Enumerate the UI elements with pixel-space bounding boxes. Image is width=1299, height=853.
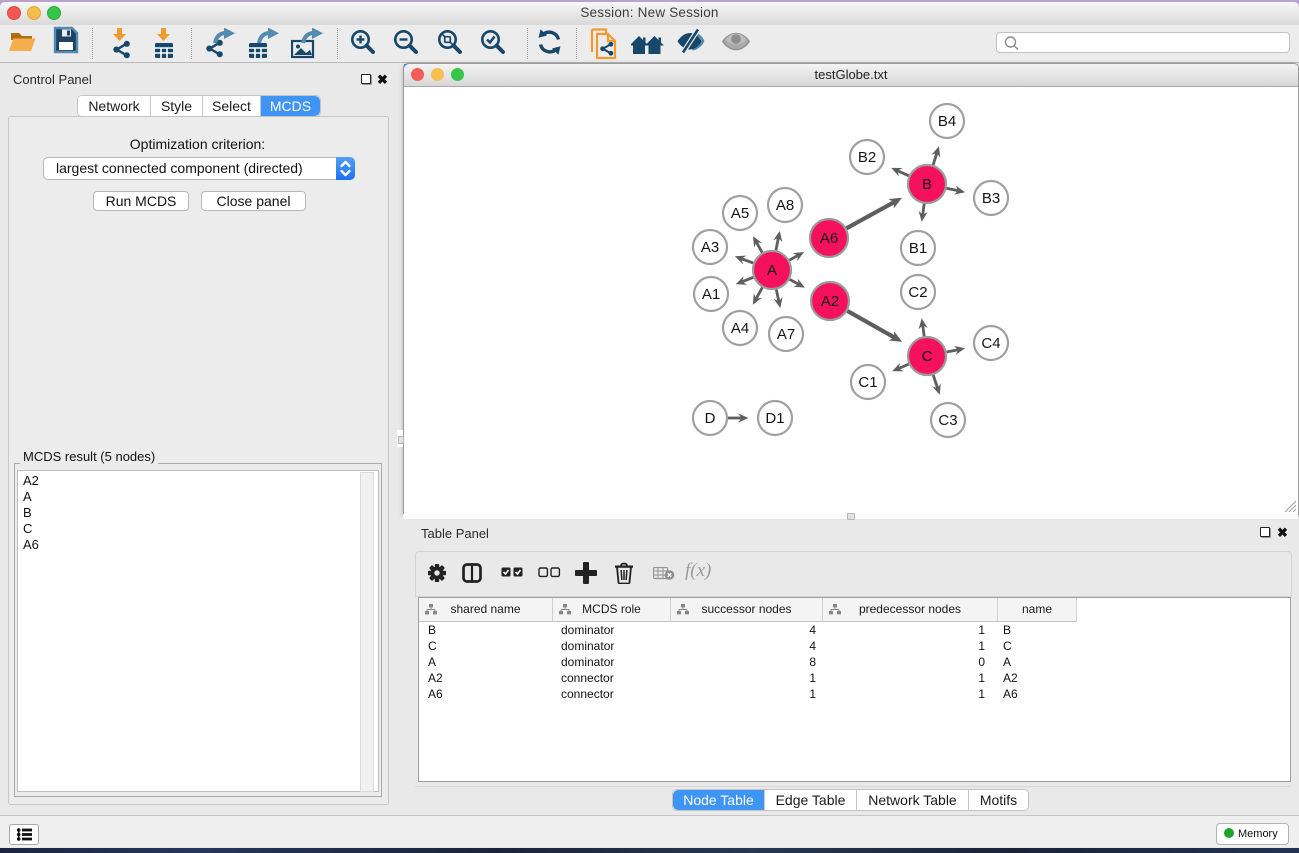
svg-text:A4: A4 [731, 320, 749, 337]
svg-text:A6: A6 [820, 230, 838, 247]
svg-text:D1: D1 [765, 410, 784, 427]
svg-text:A2: A2 [821, 293, 839, 310]
svg-text:A7: A7 [777, 326, 795, 343]
svg-text:C4: C4 [981, 335, 1000, 352]
svg-text:A5: A5 [731, 205, 749, 222]
svg-text:B: B [922, 176, 932, 193]
svg-text:B2: B2 [858, 149, 876, 166]
svg-text:C2: C2 [908, 284, 927, 301]
svg-text:C: C [922, 348, 933, 365]
svg-text:B1: B1 [909, 240, 927, 257]
svg-text:D: D [705, 410, 716, 427]
svg-text:A8: A8 [776, 197, 794, 214]
svg-text:C3: C3 [938, 412, 957, 429]
svg-text:B3: B3 [982, 190, 1000, 207]
svg-text:B4: B4 [938, 113, 956, 130]
svg-text:A3: A3 [701, 239, 719, 256]
svg-text:C1: C1 [858, 374, 877, 391]
svg-text:A1: A1 [702, 286, 720, 303]
svg-text:A: A [767, 262, 777, 279]
